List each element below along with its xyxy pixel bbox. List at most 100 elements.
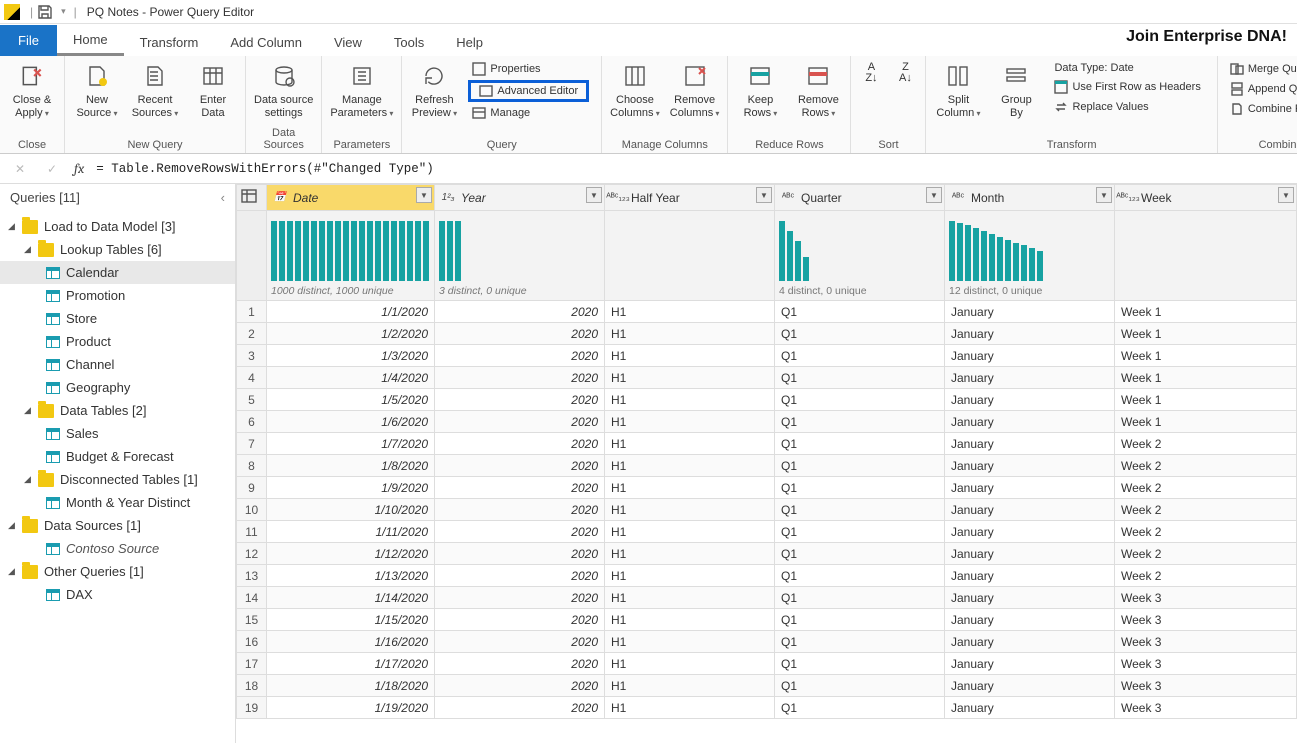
manage-parameters-button[interactable]: Manage Parameters (330, 60, 393, 120)
cell-half[interactable]: H1 (605, 499, 775, 521)
cell-year[interactable]: 2020 (435, 455, 605, 477)
query-budget-forecast[interactable]: Budget & Forecast (0, 445, 235, 468)
cell-date[interactable]: 1/5/2020 (267, 389, 435, 411)
cell-week[interactable]: Week 3 (1115, 587, 1297, 609)
data-grid[interactable]: 📅Date▼1²₃Year▼ᴬᴮᶜ₁₂₃Half Year▼ᴬᴮᶜQuarter… (236, 184, 1297, 743)
row-number[interactable]: 14 (237, 587, 267, 609)
table-row[interactable]: 191/19/20202020H1Q1JanuaryWeek 3 (237, 697, 1297, 719)
cell-month[interactable]: January (945, 301, 1115, 323)
cell-week[interactable]: Week 1 (1115, 367, 1297, 389)
cell-year[interactable]: 2020 (435, 675, 605, 697)
table-row[interactable]: 61/6/20202020H1Q1JanuaryWeek 1 (237, 411, 1297, 433)
cell-quarter[interactable]: Q1 (775, 631, 945, 653)
cell-half[interactable]: H1 (605, 675, 775, 697)
query-contoso-source[interactable]: Contoso Source (0, 537, 235, 560)
save-icon[interactable] (37, 4, 53, 20)
cell-half[interactable]: H1 (605, 389, 775, 411)
cell-quarter[interactable]: Q1 (775, 389, 945, 411)
cell-month[interactable]: January (945, 565, 1115, 587)
cell-month[interactable]: January (945, 411, 1115, 433)
cell-month[interactable]: January (945, 675, 1115, 697)
row-number[interactable]: 12 (237, 543, 267, 565)
cell-year[interactable]: 2020 (435, 499, 605, 521)
table-row[interactable]: 141/14/20202020H1Q1JanuaryWeek 3 (237, 587, 1297, 609)
cell-half[interactable]: H1 (605, 521, 775, 543)
refresh-preview-button[interactable]: Refresh Preview (410, 60, 458, 120)
cell-month[interactable]: January (945, 389, 1115, 411)
column-header-week[interactable]: ᴬᴮᶜ₁₂₃Week▼ (1115, 185, 1297, 211)
cell-week[interactable]: Week 3 (1115, 675, 1297, 697)
row-number[interactable]: 8 (237, 455, 267, 477)
filter-icon[interactable]: ▼ (416, 187, 432, 203)
row-number[interactable]: 13 (237, 565, 267, 587)
column-header-date[interactable]: 📅Date▼ (267, 185, 435, 211)
row-number[interactable]: 9 (237, 477, 267, 499)
row-number[interactable]: 7 (237, 433, 267, 455)
column-header-half-year[interactable]: ᴬᴮᶜ₁₂₃Half Year▼ (605, 185, 775, 211)
enter-data-button[interactable]: Enter Data (189, 60, 237, 120)
cell-quarter[interactable]: Q1 (775, 455, 945, 477)
table-row[interactable]: 41/4/20202020H1Q1JanuaryWeek 1 (237, 367, 1297, 389)
cell-year[interactable]: 2020 (435, 389, 605, 411)
cell-date[interactable]: 1/12/2020 (267, 543, 435, 565)
cell-quarter[interactable]: Q1 (775, 543, 945, 565)
combine-files-button[interactable]: Combine Files (1226, 100, 1297, 118)
cell-month[interactable]: January (945, 323, 1115, 345)
cell-half[interactable]: H1 (605, 301, 775, 323)
cell-week[interactable]: Week 1 (1115, 323, 1297, 345)
cell-date[interactable]: 1/10/2020 (267, 499, 435, 521)
table-row[interactable]: 81/8/20202020H1Q1JanuaryWeek 2 (237, 455, 1297, 477)
type-icon[interactable]: ᴬᴮᶜ (949, 190, 967, 206)
cell-quarter[interactable]: Q1 (775, 433, 945, 455)
cell-date[interactable]: 1/6/2020 (267, 411, 435, 433)
cell-week[interactable]: Week 2 (1115, 455, 1297, 477)
cell-week[interactable]: Week 2 (1115, 433, 1297, 455)
cell-year[interactable]: 2020 (435, 433, 605, 455)
cell-half[interactable]: H1 (605, 367, 775, 389)
expand-icon[interactable]: ◢ (24, 244, 34, 255)
cell-month[interactable]: January (945, 631, 1115, 653)
row-number[interactable]: 15 (237, 609, 267, 631)
cell-week[interactable]: Week 3 (1115, 631, 1297, 653)
row-number[interactable]: 11 (237, 521, 267, 543)
cell-week[interactable]: Week 2 (1115, 521, 1297, 543)
cell-week[interactable]: Week 1 (1115, 345, 1297, 367)
sort-asc-button[interactable]: AZ↓ (859, 60, 883, 84)
cell-quarter[interactable]: Q1 (775, 587, 945, 609)
fx-icon[interactable]: fx (74, 160, 84, 177)
expand-icon[interactable]: ◢ (8, 221, 18, 232)
menu-file[interactable]: File (0, 25, 57, 56)
collapse-sidebar-icon[interactable]: ‹ (221, 190, 225, 205)
folder-load-to-data-model-3-[interactable]: ◢Load to Data Model [3] (0, 215, 235, 238)
row-number[interactable]: 4 (237, 367, 267, 389)
append-queries-button[interactable]: Append Queries (1226, 80, 1297, 98)
cell-date[interactable]: 1/3/2020 (267, 345, 435, 367)
choose-columns-button[interactable]: Choose Columns (610, 60, 660, 120)
merge-queries-button[interactable]: Merge Queries (1226, 60, 1297, 78)
folder-disconnected-tables-1-[interactable]: ◢Disconnected Tables [1] (0, 468, 235, 491)
cell-month[interactable]: January (945, 653, 1115, 675)
table-row[interactable]: 151/15/20202020H1Q1JanuaryWeek 3 (237, 609, 1297, 631)
accept-formula-icon[interactable]: ✓ (42, 162, 62, 176)
cell-half[interactable]: H1 (605, 631, 775, 653)
filter-icon[interactable]: ▼ (1096, 187, 1112, 203)
table-row[interactable]: 11/1/20202020H1Q1JanuaryWeek 1 (237, 301, 1297, 323)
menu-help[interactable]: Help (440, 29, 499, 56)
query-geography[interactable]: Geography (0, 376, 235, 399)
table-row[interactable]: 171/17/20202020H1Q1JanuaryWeek 3 (237, 653, 1297, 675)
table-row[interactable]: 91/9/20202020H1Q1JanuaryWeek 2 (237, 477, 1297, 499)
type-icon[interactable]: 1²₃ (439, 190, 457, 206)
cell-quarter[interactable]: Q1 (775, 565, 945, 587)
remove-columns-button[interactable]: Remove Columns (670, 60, 720, 120)
cell-half[interactable]: H1 (605, 345, 775, 367)
cell-week[interactable]: Week 1 (1115, 411, 1297, 433)
filter-icon[interactable]: ▼ (586, 187, 602, 203)
cell-week[interactable]: Week 2 (1115, 543, 1297, 565)
formula-text[interactable]: = Table.RemoveRowsWithErrors(#"Changed T… (96, 162, 434, 176)
menu-view[interactable]: View (318, 29, 378, 56)
menu-transform[interactable]: Transform (124, 29, 215, 56)
cell-year[interactable]: 2020 (435, 411, 605, 433)
cell-half[interactable]: H1 (605, 411, 775, 433)
cell-quarter[interactable]: Q1 (775, 477, 945, 499)
table-row[interactable]: 51/5/20202020H1Q1JanuaryWeek 1 (237, 389, 1297, 411)
